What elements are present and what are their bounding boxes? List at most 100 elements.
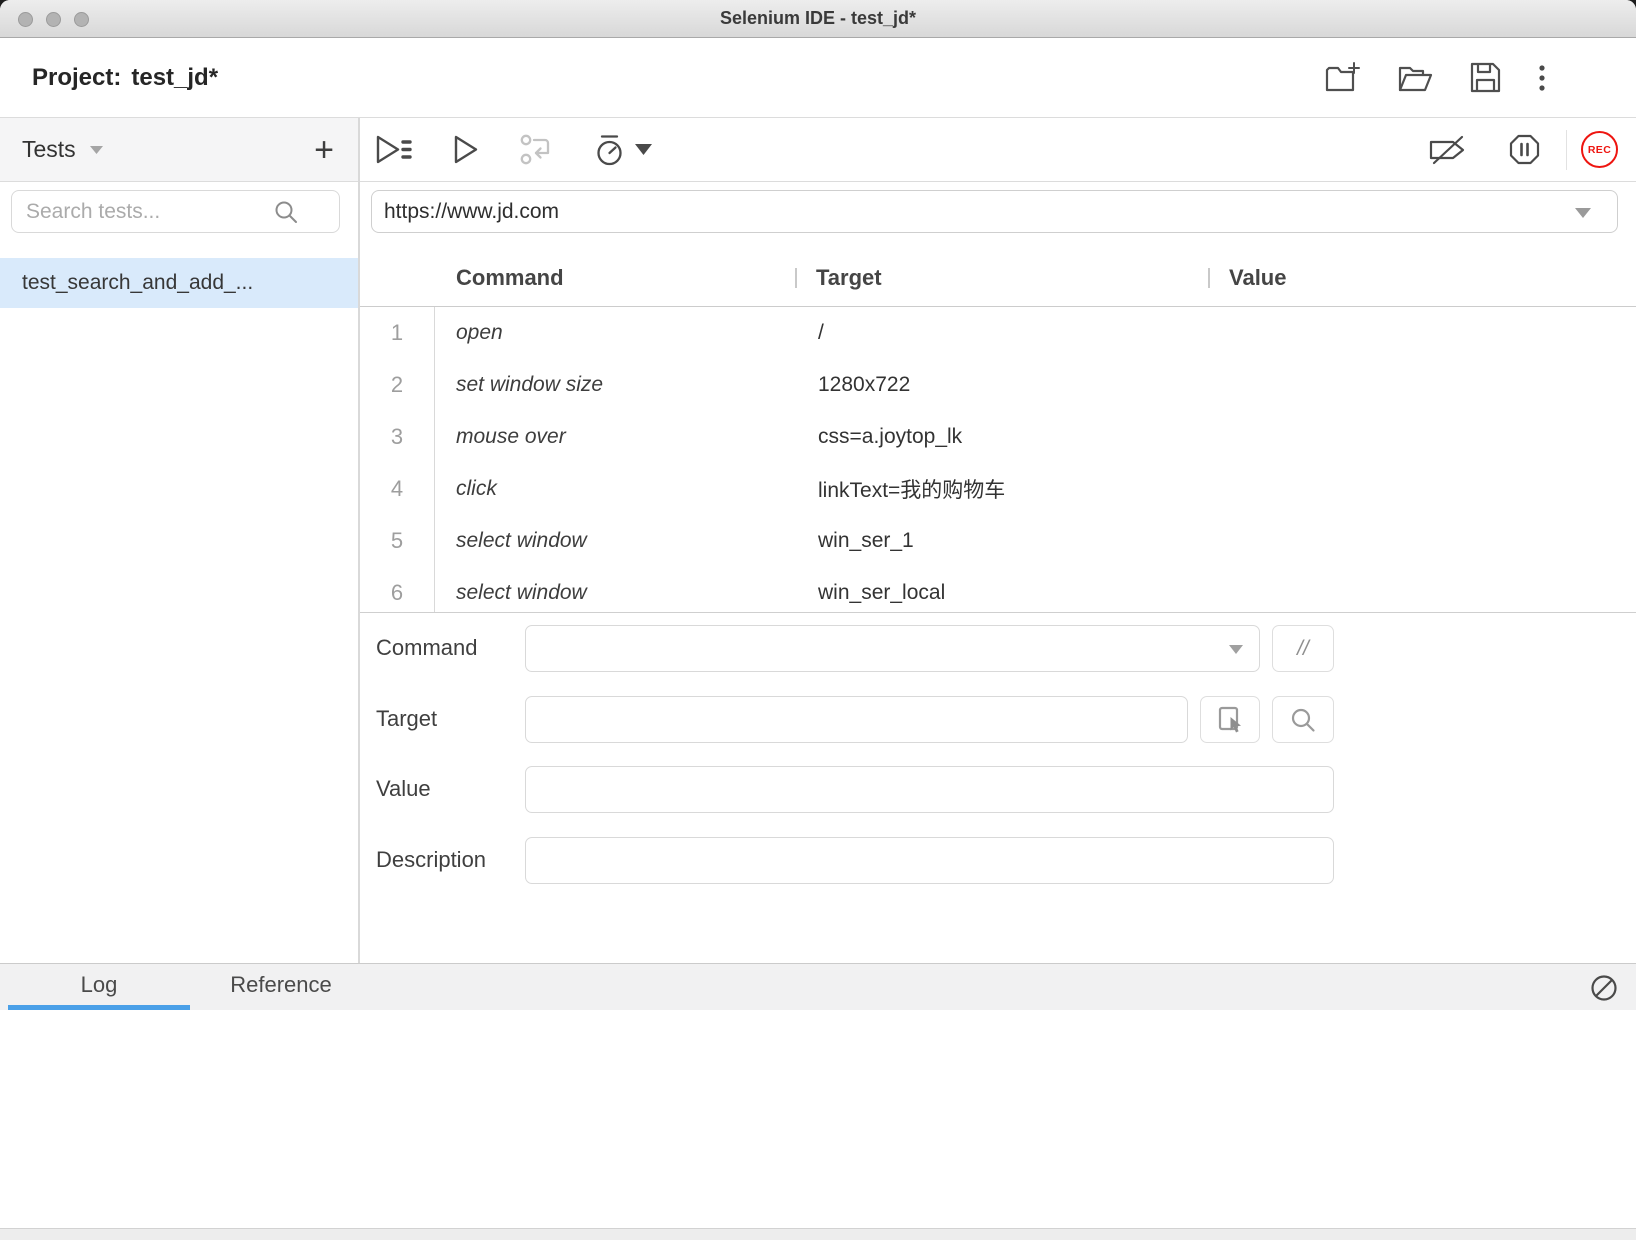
test-search: [11, 190, 336, 233]
column-header-target: Target: [795, 265, 1208, 291]
table-row[interactable]: 4 click linkText=我的购物车: [360, 463, 1636, 515]
step-over-icon: [520, 133, 553, 166]
row-command: set window size: [435, 373, 795, 397]
row-number: 2: [360, 359, 435, 411]
row-command: mouse over: [435, 425, 795, 449]
chevron-down-icon: [635, 144, 652, 155]
project-label: Project:: [32, 64, 121, 91]
url-dropdown-caret-icon[interactable]: [1575, 208, 1591, 218]
command-table: Command Target Value 1 open / 2 set wind…: [360, 250, 1636, 612]
save-floppy-icon: [1469, 61, 1502, 94]
base-url-row: [371, 190, 1618, 233]
row-command: open: [435, 321, 795, 345]
pause-on-exceptions-button[interactable]: [1508, 133, 1541, 166]
playback-controls: [360, 133, 652, 166]
open-project-button[interactable]: [1397, 62, 1433, 93]
test-editor: REC Command Target Val: [360, 118, 1636, 963]
new-project-folder-icon: [1324, 62, 1361, 94]
table-row[interactable]: 5 select window win_ser_1: [360, 515, 1636, 567]
row-command: select window: [435, 581, 795, 605]
new-project-button[interactable]: [1324, 62, 1361, 94]
command-field-input[interactable]: [540, 626, 1245, 671]
record-label: REC: [1588, 144, 1611, 156]
target-field-input[interactable]: [525, 696, 1188, 743]
clear-log-button[interactable]: [1589, 973, 1619, 1003]
select-target-button[interactable]: [1200, 696, 1260, 743]
titlebar: Selenium IDE - test_jd*: [0, 0, 1636, 38]
stopwatch-speed-button[interactable]: [594, 134, 625, 166]
row-target: win_ser_1: [795, 529, 1208, 553]
clear-circle-slash-icon: [1589, 973, 1619, 1003]
row-number: 3: [360, 411, 435, 463]
breakpoint-slash-icon: [1427, 133, 1468, 167]
row-command: click: [435, 477, 795, 501]
tab-reference[interactable]: Reference: [190, 964, 372, 1010]
open-folder-icon: [1397, 62, 1433, 93]
table-row[interactable]: 3 mouse over css=a.joytop_lk: [360, 411, 1636, 463]
project-name: test_jd*: [131, 64, 218, 91]
tests-panel-title[interactable]: Tests: [22, 136, 76, 163]
search-icon: [1290, 707, 1316, 733]
log-content: [0, 1010, 1636, 1228]
row-target: 1280x722: [795, 373, 1208, 397]
tests-panel-header: Tests +: [0, 118, 358, 182]
row-number: 4: [360, 463, 435, 515]
select-target-cursor-icon: [1216, 705, 1245, 735]
command-table-header: Command Target Value: [360, 250, 1636, 307]
run-all-tests-button[interactable]: [374, 134, 412, 165]
execution-speed-control: [594, 134, 652, 166]
test-list-item-selected[interactable]: test_search_and_add_...: [0, 258, 358, 308]
log-panel-tabbar: Log Reference: [0, 963, 1636, 1010]
record-button[interactable]: REC: [1581, 131, 1618, 168]
tests-sidebar: Tests + test_search_and_add_...: [0, 118, 360, 963]
project-header: Project: test_jd*: [0, 38, 1636, 118]
table-row[interactable]: 6 select window win_ser_local: [360, 567, 1636, 612]
row-target: win_ser_local: [795, 581, 1208, 605]
add-test-button[interactable]: +: [314, 133, 334, 167]
table-row[interactable]: 1 open /: [360, 307, 1636, 359]
row-target: css=a.joytop_lk: [795, 425, 1208, 449]
more-options-button[interactable]: [1538, 64, 1546, 92]
run-current-test-button[interactable]: [453, 134, 479, 165]
play-all-icon: [374, 134, 412, 165]
base-url-combobox: [371, 190, 1618, 233]
value-field-label: Value: [376, 776, 431, 802]
row-target: /: [795, 321, 1208, 345]
command-combobox: [525, 625, 1260, 672]
speed-dropdown-button[interactable]: [635, 144, 652, 155]
column-header-value: Value: [1208, 265, 1636, 291]
stopwatch-icon: [594, 134, 625, 166]
step-over-button[interactable]: [520, 133, 553, 166]
column-header-command: Command: [435, 265, 795, 291]
recording-controls: REC: [1427, 130, 1636, 170]
toolbar-divider: [1566, 130, 1568, 170]
save-project-button[interactable]: [1469, 61, 1502, 94]
window-title: Selenium IDE - test_jd*: [0, 8, 1636, 29]
find-target-button[interactable]: [1272, 696, 1334, 743]
row-number: 5: [360, 515, 435, 567]
description-field-input[interactable]: [525, 837, 1334, 884]
project-title: Project: test_jd*: [0, 64, 218, 92]
disable-breakpoints-button[interactable]: [1427, 133, 1468, 167]
value-field-input[interactable]: [525, 766, 1334, 813]
row-target: linkText=我的购物车: [795, 474, 1208, 504]
workspace: Tests + test_search_and_add_...: [0, 118, 1636, 963]
test-list: test_search_and_add_...: [0, 258, 358, 308]
table-row[interactable]: 2 set window size 1280x722: [360, 359, 1636, 411]
row-command: select window: [435, 529, 795, 553]
close-window-button[interactable]: [18, 12, 33, 27]
tests-panel-caret-icon[interactable]: [90, 146, 103, 154]
kebab-menu-icon: [1538, 64, 1546, 92]
command-edit-form: Command // Target: [360, 612, 1636, 963]
tab-log[interactable]: Log: [8, 964, 190, 1010]
command-field-label: Command: [376, 635, 477, 661]
minimize-window-button[interactable]: [46, 12, 61, 27]
row-number: 6: [360, 567, 435, 612]
toggle-comment-button[interactable]: //: [1272, 625, 1334, 672]
zoom-window-button[interactable]: [74, 12, 89, 27]
pause-octagon-icon: [1508, 133, 1541, 166]
comment-slashes-label: //: [1297, 637, 1309, 661]
base-url-input[interactable]: [372, 191, 1617, 232]
search-icon: [274, 200, 298, 224]
traffic-lights: [18, 0, 89, 38]
